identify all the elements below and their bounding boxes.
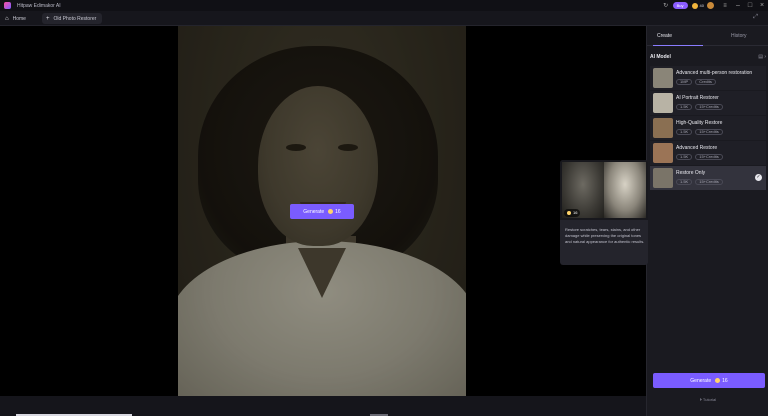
model-header: AI Model ▤ ›: [650, 53, 766, 61]
maximize-icon[interactable]: □: [744, 0, 756, 11]
coin-icon: [328, 209, 334, 214]
tab-old-photo-restorer[interactable]: + Old Photo Restorer: [42, 13, 102, 24]
model-list: Advanced multi-person restoration 1MP Cr…: [650, 66, 766, 191]
tab-create[interactable]: Create: [657, 33, 672, 39]
coin-icon: [715, 378, 721, 383]
cost-badge: 16: [564, 209, 581, 217]
model-header-label: AI Model: [650, 54, 671, 60]
expand-icon[interactable]: ⤢: [753, 14, 758, 21]
generate-cost: 16: [722, 377, 728, 384]
generate-overlay-cost: 16: [335, 208, 341, 215]
buy-button[interactable]: Buy: [672, 2, 688, 9]
menu-icon[interactable]: ≡: [721, 2, 729, 10]
popup-cost: 16: [573, 210, 578, 215]
model-name: High-Quality Restore: [676, 120, 723, 126]
model-tag: 1.5K: [676, 129, 693, 135]
canvas: Generate 16: [0, 26, 646, 396]
preview-image: 16: [560, 160, 648, 220]
model-thumbnail: [653, 118, 673, 138]
coin-icon: [567, 211, 571, 215]
tab-bar: ⌂ Home + Old Photo Restorer ⤢: [0, 11, 768, 26]
model-tag: 1.5K: [676, 154, 693, 160]
bottom-bar: [0, 396, 646, 416]
close-icon[interactable]: ×: [756, 0, 768, 11]
model-description: Restore scratches, tears, stains, and ot…: [565, 227, 645, 244]
app-logo-icon: [4, 2, 11, 9]
model-tag: 1.5K: [676, 179, 693, 185]
model-name: AI Portrait Restorer: [676, 95, 719, 101]
model-item[interactable]: High-Quality Restore 1.5K 15+Credits: [650, 116, 766, 140]
model-tag: 15+Credits: [695, 129, 723, 135]
model-name: Advanced Restore: [676, 145, 718, 151]
model-preview-popup: 16 Restore scratches, tears, stains, and…: [560, 160, 648, 265]
model-thumbnail: [653, 68, 673, 88]
tab-history[interactable]: History: [731, 33, 747, 39]
tab-home-label: Home: [12, 15, 26, 22]
home-icon: ⌂: [5, 15, 9, 22]
generate-button[interactable]: Generate 16: [653, 373, 765, 388]
panel-tabs: Create History: [647, 26, 768, 46]
app-title: Hitpaw Edimakor AI: [17, 2, 61, 9]
title-bar-controls: ↻ Buy 40 ≡ – □ ×: [659, 0, 768, 11]
tutorial-link[interactable]: ⏵ Tutorial: [647, 397, 768, 402]
model-tag: 1MP: [676, 79, 693, 85]
model-name: Advanced multi-person restoration: [676, 70, 753, 76]
refresh-icon[interactable]: ↻: [662, 2, 670, 10]
generate-label: Generate: [690, 377, 712, 384]
minimize-icon[interactable]: –: [732, 0, 744, 11]
tab-active-label: Old Photo Restorer: [53, 15, 97, 22]
title-bar: Hitpaw Edimakor AI ↻ Buy 40 ≡ – □ ×: [0, 0, 768, 11]
model-tag: Credits: [695, 79, 716, 85]
model-item-selected[interactable]: Restore Only 1.5K 15+Credits ✓: [650, 166, 766, 190]
credits-count: 40: [699, 3, 704, 8]
model-item[interactable]: AI Portrait Restorer 1.5K 15+Credits: [650, 91, 766, 115]
tab-home[interactable]: ⌂ Home: [5, 13, 33, 24]
model-thumbnail: [653, 93, 673, 113]
model-thumbnail: [653, 143, 673, 163]
right-panel: Create History AI Model ▤ › Advanced mul…: [646, 26, 768, 416]
model-tag: 15+Credits: [695, 104, 723, 110]
generate-overlay-label: Generate: [303, 208, 325, 215]
model-item[interactable]: Advanced Restore 1.5K 15+Credits: [650, 141, 766, 165]
check-icon: ✓: [755, 174, 762, 181]
model-item[interactable]: Advanced multi-person restoration 1MP Cr…: [650, 66, 766, 90]
avatar[interactable]: [707, 2, 714, 9]
tutorial-label: Tutorial: [702, 397, 717, 402]
model-name: Restore Only: [676, 170, 706, 176]
model-tag: 1.5K: [676, 104, 693, 110]
credits-icon: [691, 2, 698, 9]
model-tag: 15+Credits: [695, 179, 723, 185]
plus-icon: +: [46, 15, 50, 22]
generate-overlay-button[interactable]: Generate 16: [290, 204, 354, 219]
model-tag: 15+Credits: [695, 154, 723, 160]
active-tab-indicator: [653, 45, 703, 46]
model-thumbnail: [653, 168, 673, 188]
filter-button[interactable]: ▤ ›: [758, 54, 766, 60]
